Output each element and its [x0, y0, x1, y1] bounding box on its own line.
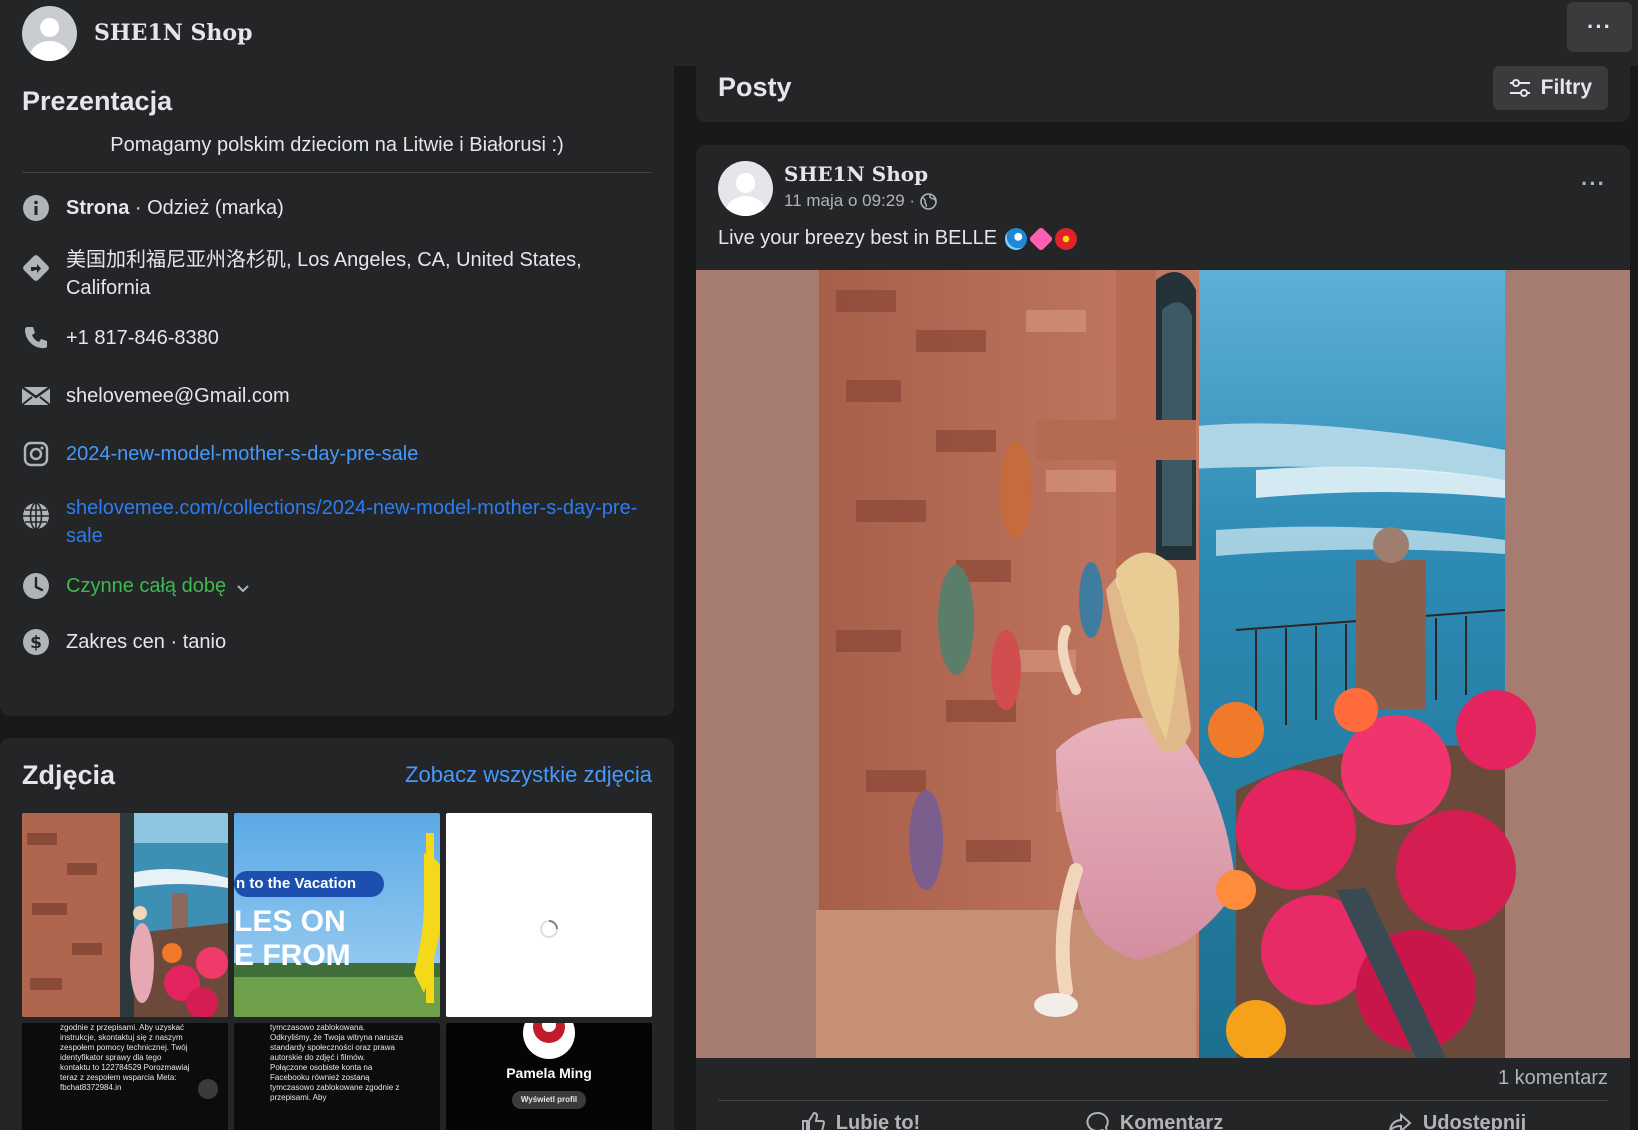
price-text: Zakres cen · tanio [66, 631, 227, 653]
hibiscus-emoji-icon [1055, 227, 1078, 250]
heart-emoji-icon [1028, 226, 1054, 251]
filters-button[interactable]: Filtry [1492, 66, 1608, 110]
instagram-icon [22, 440, 50, 468]
chevron-down-icon[interactable] [236, 572, 250, 604]
info-row-phone: +1 817-846-8380 [22, 324, 652, 352]
intro-bio: Pomagamy polskim dzieciom na Litwie i Bi… [22, 122, 652, 173]
page-header-bar: SHE1N Shop ··· [0, 0, 1638, 66]
thumbnail-heading-1: LES ON [234, 905, 346, 938]
filters-label: Filtry [1540, 76, 1592, 99]
posts-header: Posty Filtry [696, 66, 1630, 122]
category-label: Strona [66, 197, 130, 219]
filters-icon [1509, 79, 1530, 97]
svg-text:$: $ [30, 633, 42, 653]
comments-count[interactable]: 1 komentarz [1498, 1067, 1608, 1090]
phone-icon [22, 324, 50, 352]
website-link[interactable]: shelovemee.com/collections/2024-new-mode… [66, 494, 652, 550]
email-text[interactable]: shelovemee@Gmail.com [66, 382, 290, 410]
like-label: Lubię to! [835, 1111, 921, 1130]
comment-icon [1086, 1111, 1109, 1130]
post-text: Live your breezy best in BELLE [718, 227, 998, 249]
see-all-photos-link[interactable]: Zobacz wszystkie zdjęcia [405, 762, 652, 788]
photo-thumbnail-5[interactable]: tymczasowo zablokowana. Odkryliśmy, że T… [234, 1023, 440, 1130]
post-more-options-icon[interactable]: ··· [1581, 171, 1606, 197]
post-author[interactable]: SHE1N Shop [784, 162, 928, 186]
post-time-text: 11 maja o 09:29 · [784, 191, 916, 210]
info-row-website: shelovemee.com/collections/2024-new-mode… [22, 494, 652, 550]
photo-thumbnail-3[interactable] [446, 813, 652, 1017]
globe-icon [920, 192, 937, 210]
photos-title: Zdjęcia [22, 760, 116, 790]
info-row-address: 美国加利福尼亚州洛杉矶, Los Angeles, CA, United Sta… [22, 246, 652, 302]
post-actions-bar: Lubię to! Komentarz Udostępnij [718, 1100, 1608, 1130]
post-card: SHE1N Shop 11 maja o 09:29 · ··· Live yo… [696, 145, 1630, 1130]
post-timestamp[interactable]: 11 maja o 09:29 · [784, 191, 937, 211]
photo-thumbnail-6[interactable]: Pamela Ming Wyświetl profil [446, 1023, 652, 1130]
thumbs-up-icon [801, 1111, 825, 1130]
thumbnail-text: tymczasowo zablokowana. Odkryliśmy, że T… [270, 1023, 404, 1102]
share-arrow-icon [1388, 1112, 1412, 1130]
share-label: Udostępnij [1422, 1111, 1527, 1130]
wave-emoji-icon [1005, 227, 1028, 250]
thumbnail-caption: n to the Vacation [236, 875, 357, 892]
post-image[interactable] [696, 270, 1630, 1058]
hours-text[interactable]: Czynne całą dobę [66, 572, 226, 600]
more-dots-icon: ··· [1587, 14, 1612, 39]
info-row-category: Strona · Odzież (marka) [22, 194, 652, 222]
address-text: 美国加利福尼亚州洛杉矶, Los Angeles, CA, United Sta… [66, 249, 582, 299]
like-button[interactable]: Lubię to! [800, 1110, 920, 1130]
photo-thumbnail-1[interactable] [22, 813, 228, 1017]
page-name[interactable]: SHE1N Shop [94, 20, 252, 46]
email-icon [22, 382, 50, 410]
info-row-email: shelovemee@Gmail.com [22, 382, 652, 410]
price-icon: $ [22, 628, 50, 656]
thumbnail-heading-2: E FROM [234, 939, 351, 972]
profile-avatar-icon [523, 1023, 575, 1059]
post-text-row: Live your breezy best in BELLE [718, 226, 1078, 251]
post-author-avatar[interactable] [718, 161, 773, 216]
info-row-price: $ Zakres cen · tanio [22, 628, 652, 656]
comment-button[interactable]: Komentarz [1084, 1110, 1223, 1130]
clock-icon [22, 572, 50, 600]
photo-thumbnail-2[interactable]: n to the Vacation LES ON E FROM [234, 813, 440, 1017]
info-row-instagram: 2024-new-model-mother-s-day-pre-sale [22, 440, 652, 468]
share-icon [198, 1079, 218, 1099]
info-row-hours: Czynne całą dobę [22, 572, 652, 604]
more-options-button[interactable]: ··· [1567, 2, 1632, 52]
intro-title: Prezentacja [22, 86, 173, 116]
thumbnail-text: zgodnie z przepisami. Aby uzyskać instru… [60, 1023, 190, 1092]
view-profile-button: Wyświetl profil [512, 1091, 586, 1109]
intro-card: Prezentacja Pomagamy polskim dzieciom na… [0, 66, 674, 716]
directions-icon [22, 254, 50, 282]
phone-text[interactable]: +1 817-846-8380 [66, 324, 219, 352]
loading-spinner-icon [540, 920, 558, 938]
instagram-link[interactable]: 2024-new-model-mother-s-day-pre-sale [66, 440, 418, 468]
posts-title: Posty [718, 72, 792, 102]
photos-card: Zdjęcia Zobacz wszystkie zdjęcia n to th… [0, 738, 674, 1130]
share-button[interactable]: Udostępnij [1387, 1110, 1526, 1130]
page-avatar[interactable] [22, 5, 77, 61]
profile-name: Pamela Ming [506, 1065, 592, 1081]
category-value: · Odzież (marka) [129, 197, 284, 219]
photo-thumbnail-4[interactable]: zgodnie z przepisami. Aby uzyskać instru… [22, 1023, 228, 1130]
globe-icon [22, 502, 50, 530]
comment-label: Komentarz [1119, 1111, 1224, 1130]
info-icon [22, 194, 50, 222]
